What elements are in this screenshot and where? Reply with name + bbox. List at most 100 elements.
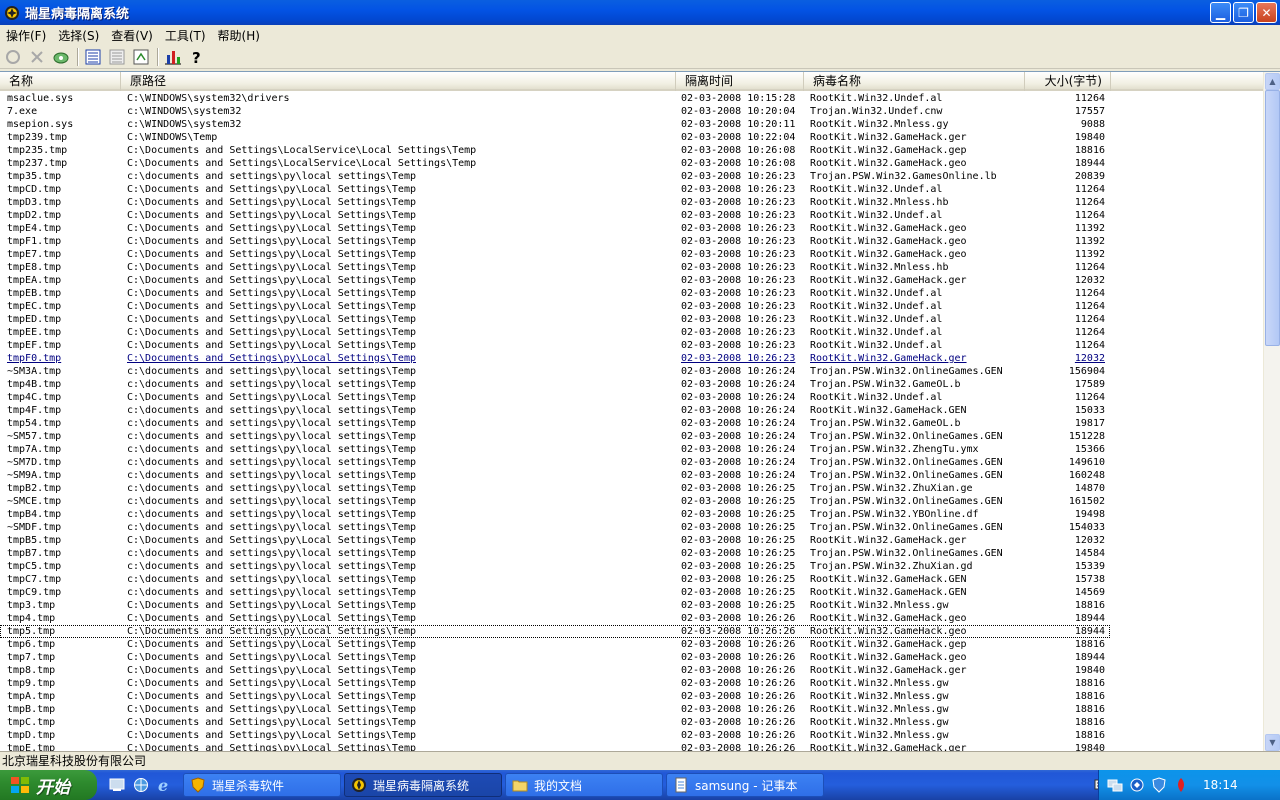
table-row[interactable]: ~SM7D.tmp c:\documents and settings\py\lo… bbox=[0, 456, 1263, 469]
tray-rising-monitor[interactable] bbox=[1129, 777, 1145, 793]
quick-launch-desktop[interactable] bbox=[107, 775, 127, 795]
table-row[interactable]: ~SM3A.tmp c:\documents and settings\py\lo… bbox=[0, 365, 1263, 378]
cell-name: msepion.sys bbox=[7, 119, 74, 130]
table-row[interactable]: tmpEE.tmp C:\Documents and Settings\py\Lo… bbox=[0, 326, 1263, 339]
table-row[interactable]: ~SMDF.tmp c:\documents and settings\py\lo… bbox=[0, 521, 1263, 534]
table-row[interactable]: tmp7.tmp C:\Documents and Settings\py\Loc… bbox=[0, 651, 1263, 664]
tray-network[interactable] bbox=[1107, 777, 1123, 793]
scroll-up-button[interactable]: ▲ bbox=[1265, 73, 1280, 90]
restore-button[interactable] bbox=[2, 46, 24, 68]
table-row[interactable]: tmp7A.tmp c:\documents and settings\py\lo… bbox=[0, 443, 1263, 456]
table-row[interactable]: tmpC5.tmp c:\documents and settings\py\lo… bbox=[0, 560, 1263, 573]
delete-button[interactable] bbox=[26, 46, 48, 68]
table-row[interactable]: tmpC9.tmp c:\documents and settings\py\lo… bbox=[0, 586, 1263, 599]
table-row[interactable]: tmpF1.tmp C:\Documents and Settings\py\Lo… bbox=[0, 235, 1263, 248]
table-row[interactable]: tmp9.tmp C:\Documents and Settings\py\Loc… bbox=[0, 677, 1263, 690]
details-view-button[interactable] bbox=[82, 46, 104, 68]
cell-size: 11392 bbox=[1074, 249, 1105, 260]
task-my-documents[interactable]: 我的文档 bbox=[505, 773, 663, 797]
quarantine-list[interactable]: 名称 原路径 隔离时间 病毒名称 大小(字节) msaclue.sys C:\WI… bbox=[0, 71, 1280, 751]
table-row[interactable]: msepion.sys c:\WINDOWS\system32 02-03-2008… bbox=[0, 118, 1263, 131]
table-row[interactable]: tmpD3.tmp C:\Documents and Settings\py\Lo… bbox=[0, 196, 1263, 209]
column-header-path[interactable]: 原路径 bbox=[121, 72, 676, 91]
tray-alert[interactable] bbox=[1173, 777, 1189, 793]
table-row[interactable]: tmpEC.tmp C:\Documents and Settings\py\Lo… bbox=[0, 300, 1263, 313]
tray-shield[interactable] bbox=[1151, 777, 1167, 793]
table-row[interactable]: tmpCD.tmp C:\Documents and Settings\py\Lo… bbox=[0, 183, 1263, 196]
app-icon[interactable] bbox=[4, 5, 20, 21]
menu-view[interactable]: 查看(V) bbox=[107, 27, 161, 44]
vertical-scrollbar[interactable]: ▲ ▼ bbox=[1263, 72, 1280, 751]
table-row[interactable]: tmpE.tmp C:\Documents and Settings\py\Loc… bbox=[0, 742, 1263, 751]
table-row[interactable]: ~SMCE.tmp c:\documents and settings\py\lo… bbox=[0, 495, 1263, 508]
table-row[interactable]: tmp4F.tmp c:\documents and settings\py\lo… bbox=[0, 404, 1263, 417]
table-row[interactable]: tmpD2.tmp C:\Documents and Settings\py\Lo… bbox=[0, 209, 1263, 222]
table-row[interactable]: tmpEF.tmp C:\Documents and Settings\py\Lo… bbox=[0, 339, 1263, 352]
table-row[interactable]: msaclue.sys C:\WINDOWS\system32\drivers 02… bbox=[0, 92, 1263, 105]
table-row[interactable]: tmp235.tmp C:\Documents and Settings\Loca… bbox=[0, 144, 1263, 157]
table-row[interactable]: tmpC.tmp C:\Documents and Settings\py\Loc… bbox=[0, 716, 1263, 729]
column-header-size[interactable]: 大小(字节) bbox=[1025, 72, 1111, 91]
table-row[interactable]: tmp3.tmp C:\Documents and Settings\py\Loc… bbox=[0, 599, 1263, 612]
table-row[interactable]: tmpD.tmp C:\Documents and Settings\py\Loc… bbox=[0, 729, 1263, 742]
scrollbar-thumb[interactable] bbox=[1265, 90, 1280, 346]
table-row[interactable]: tmpED.tmp C:\Documents and Settings\py\Lo… bbox=[0, 313, 1263, 326]
cell-path: C:\Documents and Settings\LocalService\L… bbox=[127, 158, 477, 169]
task-rising-antivirus[interactable]: 瑞星杀毒软件 bbox=[183, 773, 341, 797]
quick-launch-browser[interactable] bbox=[131, 775, 151, 795]
cell-virus: RootKit.Win32.Undef.al bbox=[810, 392, 943, 403]
column-header-name[interactable]: 名称 bbox=[0, 72, 121, 91]
status-text: 北京瑞星科技股份有限公司 bbox=[2, 754, 147, 768]
task-quarantine[interactable]: 瑞星病毒隔离系统 bbox=[344, 773, 502, 797]
start-button[interactable]: 开始 bbox=[0, 770, 97, 800]
table-row[interactable]: tmpB7.tmp c:\documents and settings\py\lo… bbox=[0, 547, 1263, 560]
menu-operate[interactable]: 操作(F) bbox=[2, 27, 54, 44]
table-row[interactable]: tmp54.tmp c:\documents and settings\py\lo… bbox=[0, 417, 1263, 430]
table-row[interactable]: ~SM57.tmp c:\documents and settings\py\lo… bbox=[0, 430, 1263, 443]
statistics-button[interactable] bbox=[162, 46, 184, 68]
table-row[interactable]: tmpB4.tmp c:\documents and settings\py\lo… bbox=[0, 508, 1263, 521]
table-row[interactable]: tmpEB.tmp C:\Documents and Settings\py\Lo… bbox=[0, 287, 1263, 300]
list-view-button[interactable] bbox=[106, 46, 128, 68]
table-row[interactable]: tmpC7.tmp c:\documents and settings\py\lo… bbox=[0, 573, 1263, 586]
table-row[interactable]: tmpE7.tmp C:\Documents and Settings\py\Lo… bbox=[0, 248, 1263, 261]
cell-size: 18816 bbox=[1074, 145, 1105, 156]
refresh-button[interactable] bbox=[130, 46, 152, 68]
table-row[interactable]: tmp4C.tmp C:\Documents and Settings\py\Lo… bbox=[0, 391, 1263, 404]
task-notepad[interactable]: samsung - 记事本 bbox=[666, 773, 824, 797]
table-row[interactable]: tmpE4.tmp C:\Documents and Settings\py\Lo… bbox=[0, 222, 1263, 235]
table-row[interactable]: 7.exe c:\WINDOWS\system32 02-03-2008 10:20… bbox=[0, 105, 1263, 118]
table-row[interactable]: tmp237.tmp C:\Documents and Settings\Loca… bbox=[0, 157, 1263, 170]
clock[interactable]: 18:14 bbox=[1203, 778, 1238, 792]
table-row[interactable]: tmpA.tmp C:\Documents and Settings\py\Loc… bbox=[0, 690, 1263, 703]
table-row[interactable]: tmp6.tmp C:\Documents and Settings\py\Loc… bbox=[0, 638, 1263, 651]
table-row[interactable]: tmpF0.tmp C:\Documents and Settings\py\Lo… bbox=[0, 352, 1263, 365]
close-button[interactable]: ✕ bbox=[1256, 2, 1277, 23]
cell-path: c:\documents and settings\py\local setti… bbox=[127, 522, 416, 533]
menu-select[interactable]: 选择(S) bbox=[54, 27, 107, 44]
menu-help[interactable]: 帮助(H) bbox=[214, 27, 268, 44]
cell-name: tmp54.tmp bbox=[7, 418, 62, 429]
table-row[interactable]: tmp8.tmp C:\Documents and Settings\py\Loc… bbox=[0, 664, 1263, 677]
quick-launch-ie[interactable]: e bbox=[155, 775, 175, 795]
table-row[interactable]: ~SM9A.tmp c:\documents and settings\py\lo… bbox=[0, 469, 1263, 482]
table-row[interactable]: tmpEA.tmp C:\Documents and Settings\py\Lo… bbox=[0, 274, 1263, 287]
column-header-time[interactable]: 隔离时间 bbox=[676, 72, 804, 91]
minimize-button[interactable]: ▁ bbox=[1210, 2, 1231, 23]
table-row[interactable]: tmp4.tmp C:\Documents and Settings\py\Loc… bbox=[0, 612, 1263, 625]
table-row[interactable]: tmp5.tmp C:\Documents and Settings\py\Loc… bbox=[0, 625, 1110, 638]
maximize-button[interactable]: ❐ bbox=[1233, 2, 1254, 23]
table-row[interactable]: tmpB2.tmp c:\documents and settings\py\lo… bbox=[0, 482, 1263, 495]
menu-tools[interactable]: 工具(T) bbox=[161, 27, 214, 44]
table-row[interactable]: tmpB.tmp C:\Documents and Settings\py\Loc… bbox=[0, 703, 1263, 716]
table-row[interactable]: tmpB5.tmp C:\Documents and Settings\py\Lo… bbox=[0, 534, 1263, 547]
help-button[interactable]: ? bbox=[186, 46, 208, 68]
column-header-virus[interactable]: 病毒名称 bbox=[804, 72, 1025, 91]
cell-size: 17589 bbox=[1074, 379, 1105, 390]
scroll-down-button[interactable]: ▼ bbox=[1265, 734, 1280, 751]
scan-button[interactable] bbox=[50, 46, 72, 68]
table-row[interactable]: tmp35.tmp c:\documents and settings\py\lo… bbox=[0, 170, 1263, 183]
table-row[interactable]: tmp4B.tmp c:\documents and settings\py\lo… bbox=[0, 378, 1263, 391]
table-row[interactable]: tmpE8.tmp C:\Documents and Settings\py\Lo… bbox=[0, 261, 1263, 274]
table-row[interactable]: tmp239.tmp C:\WINDOWS\Temp 02-03-2008 10:2… bbox=[0, 131, 1263, 144]
